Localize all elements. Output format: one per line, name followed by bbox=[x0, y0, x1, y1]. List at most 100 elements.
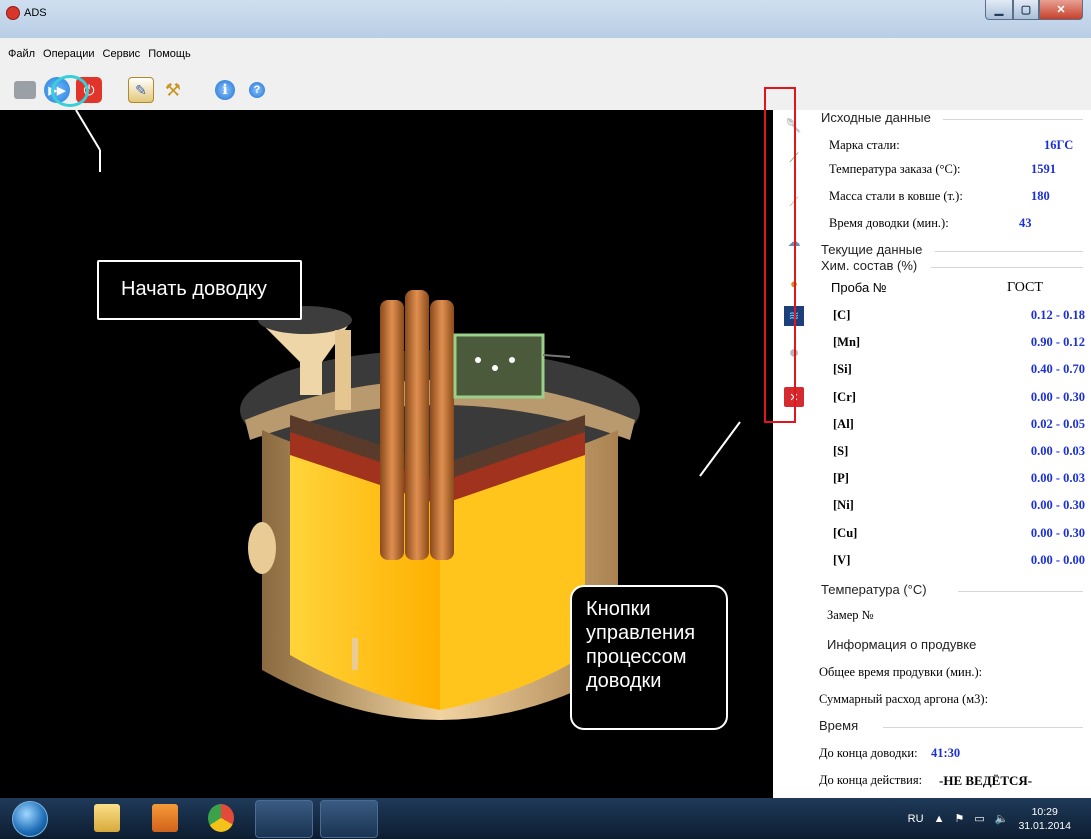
chem-gost-range: 0.90 - 0.12 bbox=[1030, 335, 1085, 349]
chem-element-label: [V] bbox=[833, 553, 851, 567]
chem-element-label: [S] bbox=[833, 444, 849, 458]
taskbar: RU ▲ ⚑ ▭ 🔈 10:29 31.01.2014 bbox=[0, 798, 1091, 839]
control-box bbox=[453, 333, 545, 399]
chem-element-label: [Mn] bbox=[833, 335, 861, 349]
time-to-end-label: До конца доводки: bbox=[819, 746, 918, 760]
action-time-label: До конца действия: bbox=[819, 773, 923, 787]
word-taskbar-button[interactable] bbox=[255, 800, 313, 838]
steel-grade-value: 16ГС bbox=[1044, 138, 1074, 152]
steel-mass-value: 180 bbox=[1031, 189, 1050, 203]
chem-element-label: [Cr] bbox=[833, 390, 856, 404]
callout-line: управления bbox=[586, 622, 696, 644]
section-divider bbox=[931, 267, 1083, 268]
window-titlebar[interactable]: ADS ▁ ▢ ✕ bbox=[0, 0, 1091, 38]
tools-button[interactable]: ⚒ bbox=[160, 77, 186, 103]
window-controls: ▁ ▢ ✕ bbox=[985, 0, 1083, 20]
help-button[interactable]: ? bbox=[244, 77, 270, 103]
chem-gost-range: 0.00 - 0.30 bbox=[1030, 526, 1085, 540]
clock[interactable]: 10:29 31.01.2014 bbox=[1018, 805, 1071, 833]
maximize-icon: ▢ bbox=[1020, 4, 1032, 16]
callout-line: процессом bbox=[586, 646, 687, 668]
show-hidden-icons-icon[interactable]: ▲ bbox=[934, 813, 945, 825]
callout-buttons-leader bbox=[699, 421, 741, 477]
side-flange bbox=[248, 522, 276, 574]
clock-date: 31.01.2014 bbox=[1018, 819, 1071, 832]
menu-service[interactable]: Сервис bbox=[99, 48, 145, 60]
menu-operations[interactable]: Операции bbox=[39, 48, 98, 60]
media-taskbar-button[interactable] bbox=[152, 804, 178, 832]
section-time: Время bbox=[819, 718, 859, 733]
argon-consumption-label: Суммарный расход аргона (м3): bbox=[819, 692, 989, 706]
chem-gost-range: 0.40 - 0.70 bbox=[1030, 362, 1085, 376]
row-measure-number: Замер № bbox=[827, 608, 1089, 623]
order-temp-label: Температура заказа (°С): bbox=[829, 162, 961, 176]
chem-gost-range: 0.00 - 0.00 bbox=[1030, 553, 1085, 567]
callout-line: доводки bbox=[586, 670, 662, 692]
col-gost-header: ГОСТ bbox=[1007, 280, 1043, 295]
chem-gost-range: 0.00 - 0.03 bbox=[1030, 471, 1085, 485]
refining-time-label: Время доводки (мин.): bbox=[829, 216, 949, 230]
action-time-value: -НЕ ВЕДЁТСЯ- bbox=[939, 773, 1033, 788]
start-button[interactable] bbox=[12, 801, 48, 837]
chem-element-label: [P] bbox=[833, 471, 849, 485]
volume-icon[interactable]: 🔈 bbox=[995, 812, 1009, 825]
section-divider bbox=[943, 119, 1083, 120]
explorer-taskbar-button[interactable] bbox=[94, 804, 120, 832]
section-current-data: Текущие данные bbox=[821, 242, 923, 257]
chem-gost-range: 0.00 - 0.03 bbox=[1030, 444, 1085, 458]
section-blow-info: Информация о продувке bbox=[827, 637, 977, 652]
callout-line: Кнопки bbox=[586, 598, 651, 620]
total-blow-time-label: Общее время продувки (мин.): bbox=[819, 665, 983, 679]
minimize-button[interactable]: ▁ bbox=[985, 0, 1013, 20]
chem-element-label: [C] bbox=[833, 308, 851, 322]
section-divider bbox=[958, 591, 1083, 592]
chem-gost-range: 0.02 - 0.05 bbox=[1030, 417, 1085, 431]
control-box-light bbox=[492, 365, 498, 371]
ads-taskbar-button[interactable] bbox=[320, 800, 378, 838]
chem-element-label: [Si] bbox=[833, 362, 852, 376]
close-window-button[interactable]: ✕ bbox=[1039, 0, 1083, 20]
refining-time-value: 43 bbox=[1019, 216, 1032, 230]
row-time-to-end: До конца доводки: 41:30 bbox=[819, 746, 1081, 761]
open-button[interactable] bbox=[12, 77, 38, 103]
callout-control-buttons: Кнопки управления процессом доводки bbox=[570, 585, 728, 730]
toolbar: ▶▶ ⏻ ✎ ⚒ i ? bbox=[0, 70, 1091, 110]
menu-file[interactable]: Файл bbox=[4, 48, 39, 60]
control-box-light bbox=[475, 357, 481, 363]
electrode-3 bbox=[430, 300, 454, 560]
info-icon: i bbox=[215, 80, 235, 100]
row-steel-mass: Масса стали в ковше (т.): 180 bbox=[829, 189, 1091, 204]
chem-element-label: [Al] bbox=[833, 417, 854, 431]
info-button[interactable]: i bbox=[212, 77, 238, 103]
close-icon: ✕ bbox=[1056, 4, 1066, 16]
maximize-button[interactable]: ▢ bbox=[1013, 0, 1039, 20]
callout-start-refining: Начать доводку bbox=[97, 260, 302, 320]
chem-gost-range: 0.00 - 0.30 bbox=[1030, 390, 1085, 404]
order-temp-value: 1591 bbox=[1031, 162, 1056, 176]
col-probe-header: Проба № bbox=[831, 280, 887, 295]
section-chem-composition: Хим. состав (%) bbox=[821, 258, 918, 273]
electrode-1 bbox=[380, 300, 404, 560]
steel-mass-label: Масса стали в ковше (т.): bbox=[829, 189, 963, 203]
clock-time: 10:29 bbox=[1031, 805, 1058, 818]
row-action-time: До конца действия: -НЕ ВЕДЁТСЯ- bbox=[819, 773, 1081, 788]
edit-button[interactable]: ✎ bbox=[128, 77, 154, 103]
row-total-blow-time: Общее время продувки (мин.): bbox=[819, 665, 1081, 680]
menu-bar: Файл Операции Сервис Помощь bbox=[0, 38, 1091, 70]
window-title: ADS bbox=[24, 7, 47, 19]
chem-gost-range: 0.12 - 0.18 bbox=[1030, 308, 1085, 322]
network-icon[interactable]: ▭ bbox=[974, 812, 984, 825]
feed-pipe bbox=[335, 330, 351, 410]
tools-icon: ⚒ bbox=[164, 79, 182, 100]
process-buttons-highlight-frame bbox=[764, 87, 796, 423]
chrome-taskbar-button[interactable] bbox=[208, 804, 234, 832]
flag-icon[interactable]: ⚑ bbox=[954, 812, 964, 825]
app-icon bbox=[6, 6, 20, 20]
language-indicator[interactable]: RU bbox=[908, 813, 924, 825]
section-initial-data: Исходные данные bbox=[821, 110, 931, 125]
furnace-3d-view[interactable]: Начать доводку Кнопки управления процесс… bbox=[0, 110, 773, 798]
folder-icon bbox=[14, 81, 36, 99]
menu-help[interactable]: Помощь bbox=[144, 48, 195, 60]
bottom-nozzle bbox=[352, 638, 358, 670]
chem-element-label: [Ni] bbox=[833, 498, 854, 512]
